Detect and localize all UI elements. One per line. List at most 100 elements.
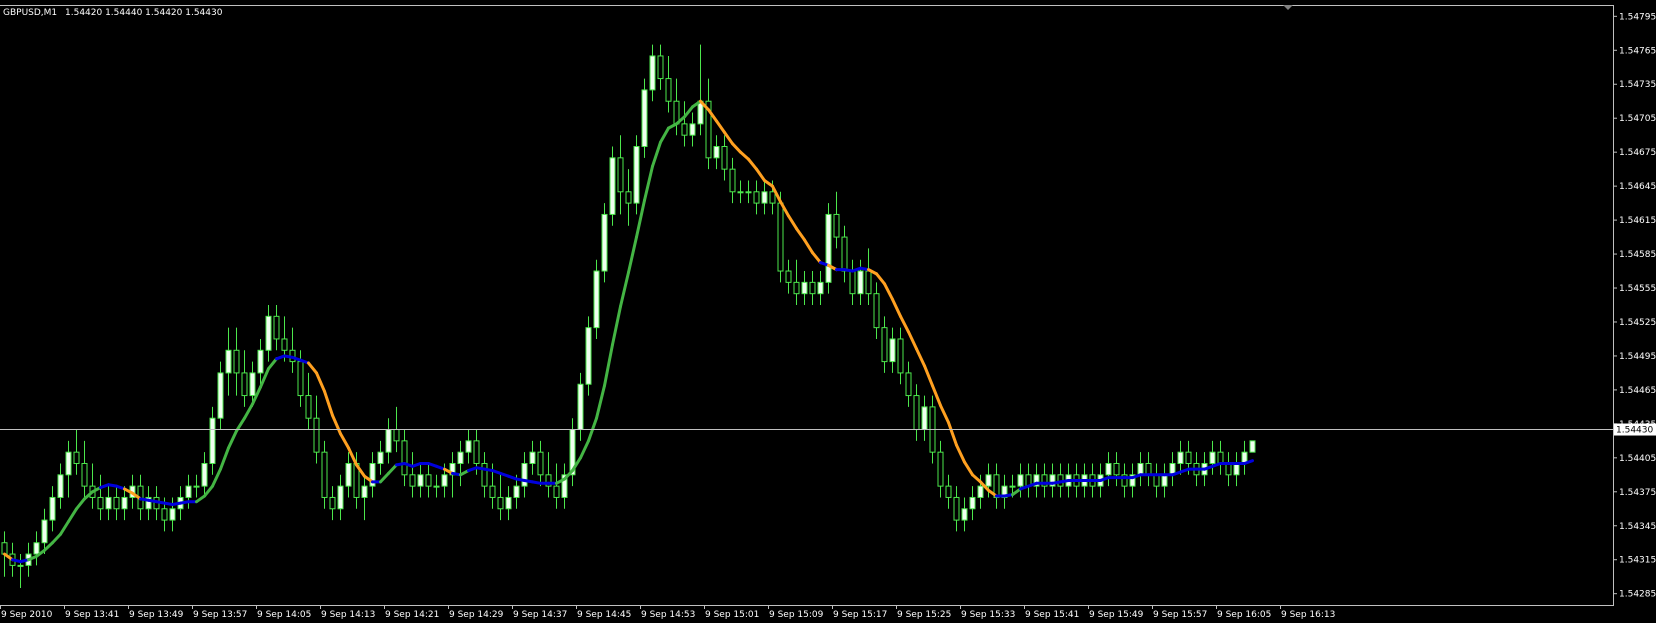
bull-candle-body: [417, 474, 424, 487]
bull-candle-body: [745, 191, 752, 194]
bull-candle-body: [889, 338, 896, 363]
bear-candle-body: [1, 542, 8, 555]
bull-candle-body: [377, 451, 384, 464]
bear-candle-body: [273, 315, 280, 340]
bull-candle-body: [817, 281, 824, 295]
price-tick-label: 1.54555: [1619, 284, 1656, 294]
bull-candle-body: [609, 157, 616, 215]
bull-candle-body: [105, 496, 112, 510]
bull-candle-body: [249, 372, 256, 397]
bull-candle-body: [385, 429, 392, 453]
bull-candle-body: [121, 496, 128, 510]
bull-candle-body: [689, 123, 696, 136]
bull-candle-body: [969, 496, 976, 510]
bull-candle-body: [1137, 462, 1144, 476]
bull-candle-body: [169, 508, 176, 521]
bear-candle-body: [617, 157, 624, 193]
bear-candle-body: [233, 349, 240, 374]
bear-candle-body: [497, 496, 504, 510]
bull-candle-body: [361, 485, 368, 498]
bear-candle-body: [481, 462, 488, 487]
bull-candle-body: [209, 417, 216, 464]
bear-candle-body: [657, 55, 664, 80]
bull-candle-body: [345, 462, 352, 487]
bear-candle-body: [409, 474, 416, 487]
current-price-label: 1.54430: [1616, 426, 1653, 436]
bear-candle-body: [425, 474, 432, 487]
chart-background: [0, 0, 1656, 623]
time-tick-label: 9 Sep 13:49: [129, 610, 184, 620]
bull-candle-body: [825, 213, 832, 283]
bull-candle-body: [1233, 462, 1240, 476]
bull-candle-body: [505, 496, 512, 510]
bull-candle-body: [49, 496, 56, 521]
bear-candle-body: [321, 451, 328, 498]
bull-candle-body: [577, 383, 584, 431]
bear-candle-body: [777, 202, 784, 272]
time-tick-label: 9 Sep 13:57: [193, 610, 247, 620]
bear-candle-body: [1145, 462, 1152, 476]
bull-candle-body: [633, 146, 640, 204]
bull-candle-body: [217, 372, 224, 419]
bear-candle-body: [161, 508, 168, 521]
time-tick-label: 9 Sep 14:21: [385, 610, 439, 620]
bear-candle-body: [1153, 474, 1160, 487]
bull-candle-body: [1177, 451, 1184, 464]
bull-candle-body: [193, 485, 200, 488]
time-tick-label: 9 Sep 14:45: [577, 610, 631, 620]
price-tick-label: 1.54375: [1619, 488, 1656, 498]
bull-candle-body: [17, 564, 24, 567]
bear-candle-body: [329, 496, 336, 510]
time-tick-label: 9 Sep 15:49: [1089, 610, 1144, 620]
bear-candle-body: [865, 270, 872, 295]
price-tick-label: 1.54585: [1619, 250, 1656, 260]
bear-candle-body: [393, 429, 400, 442]
bear-candle-body: [241, 372, 248, 397]
bull-candle-body: [185, 485, 192, 498]
price-tick-label: 1.54465: [1619, 386, 1656, 396]
bull-candle-body: [801, 281, 808, 295]
price-tick-label: 1.54705: [1619, 114, 1656, 124]
bull-candle-body: [337, 485, 344, 510]
price-tick-label: 1.54285: [1619, 590, 1656, 600]
bull-candle-body: [601, 213, 608, 272]
bull-candle-body: [41, 519, 48, 544]
bull-candle-body: [201, 462, 208, 487]
time-tick-label: 9 Sep 14:29: [449, 610, 504, 620]
bear-candle-body: [1113, 462, 1120, 476]
bear-candle-body: [1217, 451, 1224, 464]
bull-candle-body: [985, 474, 992, 487]
time-tick-label: 9 Sep 14:13: [321, 610, 375, 620]
bear-candle-body: [793, 281, 800, 295]
bull-candle-body: [1249, 440, 1256, 453]
bear-candle-body: [113, 496, 120, 510]
bear-candle-body: [841, 236, 848, 272]
bear-candle-body: [665, 78, 672, 102]
bear-candle-body: [313, 417, 320, 453]
price-tick-label: 1.54495: [1619, 352, 1656, 362]
price-chart[interactable]: 1.54795 1.54765 1.54735 1.54705 1.54675 1.546…: [0, 0, 1656, 623]
bear-candle-body: [473, 440, 480, 464]
price-tick-label: 1.54405: [1619, 454, 1656, 464]
time-tick-label: 9 Sep 2010: [1, 610, 53, 620]
bull-candle-body: [265, 315, 272, 351]
bear-candle-body: [753, 191, 760, 204]
bear-candle-body: [305, 395, 312, 419]
bear-candle-body: [553, 485, 560, 498]
bull-candle-body: [737, 191, 744, 194]
bull-candle-body: [457, 451, 464, 464]
bear-candle-body: [73, 451, 80, 464]
bull-candle-body: [529, 451, 536, 464]
bull-candle-body: [921, 406, 928, 431]
bear-candle-body: [769, 191, 776, 204]
bull-candle-body: [513, 485, 520, 498]
time-tick-label: 9 Sep 15:09: [769, 610, 824, 620]
time-tick-label: 9 Sep 14:05: [257, 610, 311, 620]
time-tick-label: 9 Sep 15:33: [961, 610, 1015, 620]
price-tick-label: 1.54765: [1619, 46, 1656, 56]
bull-candle-body: [1209, 451, 1216, 464]
bear-candle-body: [873, 293, 880, 329]
bear-candle-body: [937, 451, 944, 487]
bull-candle-body: [977, 485, 984, 498]
bear-candle-body: [1185, 451, 1192, 464]
